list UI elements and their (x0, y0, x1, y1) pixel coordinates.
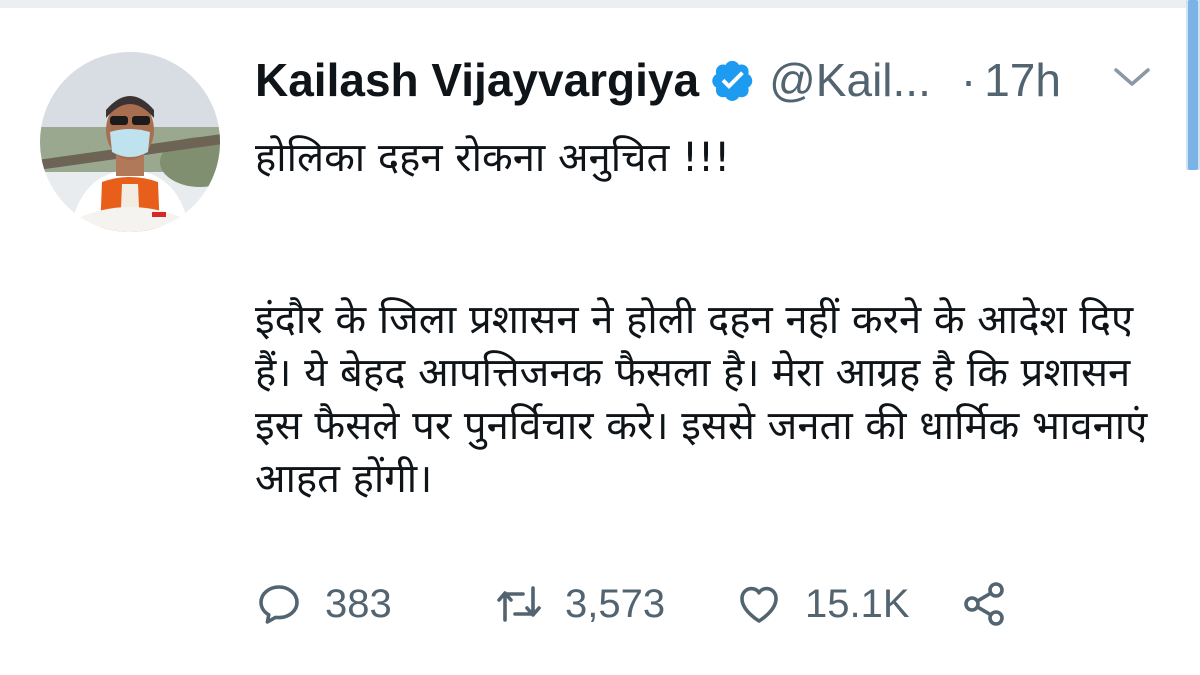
heart-icon (740, 586, 778, 623)
retweet-count: 3,573 (565, 581, 666, 626)
author-name[interactable]: Kailash Vijayvargiya (255, 53, 699, 107)
verified-badge-icon (712, 60, 753, 101)
avatar[interactable] (40, 52, 220, 232)
timestamp[interactable]: 17h (984, 53, 1061, 107)
separator-dot: · (960, 54, 977, 106)
tweet-actions: 383 3,573 15.1K (255, 578, 1008, 630)
reply-icon (259, 585, 299, 624)
top-divider (0, 0, 1200, 8)
share-icon (964, 582, 1004, 626)
chevron-down-icon[interactable] (1110, 62, 1154, 92)
scrollbar-thumb[interactable] (1188, 0, 1198, 170)
scrollbar[interactable] (1186, 0, 1200, 170)
tweet-header: Kailash Vijayvargiya @Kail... · 17h (255, 50, 1061, 110)
reply-count: 383 (325, 581, 392, 626)
like-button[interactable]: 15.1K (735, 580, 960, 628)
avatar-photo (40, 52, 220, 232)
share-button[interactable] (960, 580, 1008, 628)
retweet-button[interactable]: 3,573 (495, 580, 735, 628)
tweet-text-line-1: होलिका दहन रोकना अनुचित !!! (255, 135, 731, 181)
like-count: 15.1K (805, 581, 910, 626)
reply-button[interactable]: 383 (255, 580, 495, 628)
tweet-text-paragraph-2: इंदौर के जिला प्रशासन ने होली दहन नहीं क… (255, 297, 1148, 502)
tweet-text: होलिका दहन रोकना अनुचित !!! इंदौर के जिल… (255, 132, 1155, 506)
author-handle[interactable]: @Kail... (769, 53, 931, 107)
retweet-icon (497, 586, 541, 622)
